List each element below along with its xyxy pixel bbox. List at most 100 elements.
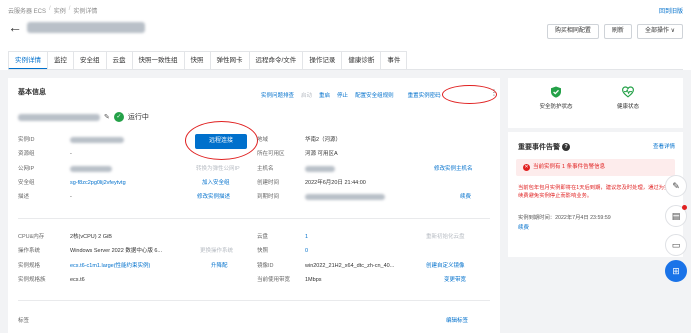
important-events-card: 重要事件告警? 查看详情 ✕ 当前实例有 1 条事件告警信息 当前包年包月实例即将… [508,132,683,257]
basic-info-card: 基本信息 实例问题排查 启动 重启 停止 配置安全组规则 重置实例密码 ⋮ ✎ … [8,78,500,333]
tab-monitoring[interactable]: 监控 [47,51,74,70]
breadcrumb-instance-detail: 实例详情 [73,9,98,15]
tab-operation-logs[interactable]: 操作记录 [302,51,343,70]
redacted-instance-name-small [18,113,100,121]
tab-eni[interactable]: 弹性网卡 [209,51,250,70]
instance-actions: 实例问题排查 启动 重启 停止 配置安全组规则 重置实例密码 [261,91,441,99]
events-title-text: 重要事件告警 [518,144,560,151]
created-time-label: 创建时间 [257,180,280,186]
change-bandwidth-link[interactable]: 变更带宽 [444,277,466,284]
reset-password-link[interactable]: 重置实例密码 [408,91,441,99]
public-ip-label: 公网IP [18,166,35,172]
tab-snapshots[interactable]: 快照 [183,51,211,70]
configure-security-group-link[interactable]: 配置安全组规则 [355,91,394,99]
image-id-label: 镜像ID [257,263,274,269]
chat-icon[interactable]: ▭ [665,234,687,256]
change-os-link: 更换操作系统 [200,248,234,254]
troubleshoot-link[interactable]: 实例问题排查 [261,91,294,99]
apps-grid-icon[interactable]: ⊞ [665,260,687,282]
tab-security-groups[interactable]: 安全组 [73,51,107,70]
join-security-group-link[interactable]: 加入安全组 [202,180,230,187]
tab-remote-commands[interactable]: 远程命令/文件 [248,51,304,70]
resource-group-value: - [70,151,72,157]
instance-type-label: 实例规格 [18,263,41,269]
os-label: 操作系统 [18,248,41,254]
expire-time-info: 实例到期时间：2022年7月4日 23:59:59 [518,215,611,221]
hostname-label: 主机名 [257,166,274,172]
health-status[interactable]: 健康状态 [598,86,658,110]
region-label: 地域 [257,137,269,143]
disk-label: 云盘 [257,234,269,240]
snapshot-count-value[interactable]: 0 [305,248,308,255]
renew-link[interactable]: 续费 [460,194,471,201]
bandwidth-value: 1Mbps [305,277,322,283]
feedback-pen-icon[interactable]: ✎ [665,175,687,197]
security-status-card: 安全防护状态 健康状态 [508,78,683,128]
redacted-instance-name [27,22,145,33]
created-time-value: 2022年6月20日 21:44:00 [305,180,366,186]
annotation-circle [185,121,258,160]
instance-type-value[interactable]: ecs.t6-c1m1.large(性能约束实例) [70,263,150,270]
help-icon[interactable]: ? [562,143,570,152]
events-title: 重要事件告警? [518,142,570,152]
description-value: - [70,194,72,200]
all-actions-button[interactable]: 全部操作 ∨ [636,24,683,39]
tab-instance-details[interactable]: 实例详情 [8,51,48,70]
more-vertical-icon[interactable]: ⋮ [490,88,498,97]
tab-health-diagnosis[interactable]: 健康诊断 [341,51,382,70]
description-label: 描述 [18,194,30,200]
public-ip-value [70,166,112,172]
event-renew-link[interactable]: 续费 [518,223,529,231]
breadcrumb-instances[interactable]: 实例 [54,6,66,15]
edit-tags-link[interactable]: 编辑标签 [446,318,468,325]
reinit-disk-link: 重新初始化云盘 [426,234,465,240]
expire-time-label: 到期时间 [257,194,280,200]
basic-info-title: 基本信息 [18,89,46,96]
os-value: Windows Server 2022 数据中心版 6... [70,248,163,254]
stop-link[interactable]: 停止 [337,91,348,99]
edit-icon[interactable]: ✎ [104,113,110,121]
tab-snapshot-consistency-groups[interactable]: 快照一致性组 [131,51,185,70]
header-actions: 购买相同配置 刷新 全部操作 ∨ [546,24,683,39]
breadcrumb-ecs[interactable]: 云服务器 ECS [8,6,46,15]
tags-label: 标签 [18,318,30,324]
region-value: 华南2（河源） [305,137,342,143]
view-details-link[interactable]: 查看详情 [653,142,675,150]
cpu-memory-value: 2核(vCPU) 2 GiB [70,234,112,240]
breadcrumb-separator: / [49,6,51,12]
ecs-console-page: 云服务器 ECS / 实例 / 实例详情 回到旧版 ← 购买相同配置 刷新 全部… [0,0,691,333]
image-id-value: win2022_21H2_x64_dtc_zh-cn_40... [305,263,395,269]
security-group-value[interactable]: sg-f8zc2pg0lij2vfeytvtg [70,180,126,187]
hostname-value [305,166,335,172]
back-to-old-version-link[interactable]: 回到旧版 [659,6,683,15]
refresh-button[interactable]: 刷新 [603,24,632,39]
tab-disks[interactable]: 云盘 [105,51,133,70]
create-custom-image-link[interactable]: 创建自定义镜像 [426,263,465,270]
edit-hostname-link[interactable]: 修改实例主机名 [434,166,473,173]
disk-count-value[interactable]: 1 [305,234,308,241]
restart-link[interactable]: 重启 [319,91,330,99]
buy-same-config-button[interactable]: 购买相同配置 [546,24,599,39]
zone-label: 所在可用区 [257,151,285,157]
back-arrow-icon[interactable]: ← [8,20,22,34]
breadcrumb-separator: / [68,6,71,12]
zone-value: 河源 可用区A [305,151,338,157]
notification-icon[interactable]: ▤ [665,205,687,227]
instance-id-value [70,137,124,143]
instance-name [27,22,157,34]
tab-divider [8,69,683,70]
snapshot-label: 快照 [257,248,269,254]
status-badge: 运行中 [127,114,149,121]
upgrade-downgrade-link[interactable]: 升降配 [211,263,228,270]
instance-status-row: ✎ ✓ 运行中 [18,112,149,122]
running-check-icon: ✓ [113,112,124,122]
notification-badge [682,205,687,210]
tab-events[interactable]: 事件 [380,51,408,70]
edit-description-link[interactable]: 修改实例描述 [197,194,230,201]
convert-eip-link: 转换为弹性公网IP [196,166,240,172]
event-description: 当前包年包月实例即将在1天后到期，建议您及时处理，通过为实例续费避免实例停止而影… [518,185,675,199]
instance-family-value: ecs.t6 [70,277,85,283]
detail-tabs: 实例详情 监控 安全组 云盘 快照一致性组 快照 弹性网卡 远程命令/文件 操作… [8,51,408,70]
security-protection-status[interactable]: 安全防护状态 [526,86,586,110]
security-group-label: 安全组 [18,180,35,186]
